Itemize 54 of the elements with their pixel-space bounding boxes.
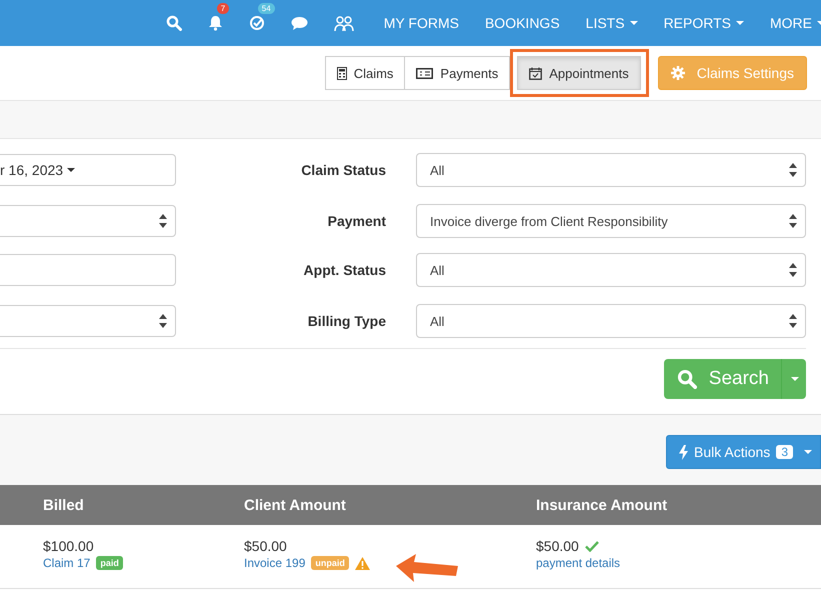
payment-details-link[interactable]: payment details	[536, 556, 620, 570]
input-field[interactable]	[0, 254, 176, 286]
table-cell-text: $50.00	[244, 538, 288, 554]
nav-menu-item[interactable]: MORE	[770, 15, 821, 31]
chat-icon[interactable]	[290, 16, 308, 30]
select-field[interactable]	[0, 305, 176, 337]
calendar-check-icon	[529, 66, 542, 80]
status-label: unpaid	[311, 556, 349, 570]
check-circle-icon[interactable]	[248, 15, 265, 31]
date-field[interactable]: r 16, 2023	[0, 154, 176, 186]
claim-link[interactable]: Claim 17	[43, 556, 90, 570]
status-label: paid	[96, 556, 123, 570]
search-button[interactable]: Search	[664, 359, 806, 399]
money-bill-icon	[416, 68, 434, 78]
filter-label: Billing Type	[306, 313, 386, 329]
people-icon[interactable]	[334, 14, 354, 32]
view-tab[interactable]: Appointments	[517, 56, 641, 90]
filter-label: Appt. Status	[302, 262, 386, 278]
sort-arrows-icon	[789, 263, 797, 277]
lightning-icon	[679, 444, 688, 460]
bell-icon[interactable]	[208, 15, 223, 31]
bulk-actions-button[interactable]: Bulk Actions 3	[666, 435, 821, 469]
sort-arrows-icon	[159, 314, 167, 328]
count-badge: 3	[776, 445, 793, 459]
sort-arrows-icon	[789, 214, 797, 228]
notification-badge: 54	[258, 3, 275, 14]
column-header: Client Amount	[244, 496, 346, 514]
invoice-link[interactable]: Invoice 199	[244, 556, 306, 570]
notification-badge: 7	[216, 3, 230, 14]
sort-arrows-icon	[789, 163, 797, 177]
view-tab[interactable]: Payments	[404, 56, 510, 90]
nav-menu-item[interactable]: REPORTS	[664, 15, 744, 31]
select-field[interactable]: All	[416, 253, 806, 287]
select-field[interactable]	[0, 205, 176, 237]
nav-menu-item[interactable]: LISTS	[586, 15, 638, 31]
column-header: Billed	[43, 496, 84, 514]
select-field[interactable]: All	[416, 153, 806, 187]
filter-label: Payment	[326, 213, 386, 229]
view-tab[interactable]: Claims	[324, 56, 406, 90]
select-field[interactable]: All	[416, 304, 806, 338]
sort-arrows-icon	[159, 214, 167, 228]
gear-icon	[670, 66, 685, 80]
select-field[interactable]: Invoice diverge from Client Responsibility	[416, 204, 806, 238]
nav-menu-item[interactable]: MY FORMS	[384, 15, 459, 31]
table-cell: $50.00	[536, 538, 579, 554]
table-cell-text: $100.00	[43, 538, 95, 554]
search-icon[interactable]	[166, 15, 182, 31]
calculator-icon	[336, 66, 347, 80]
nav-menu-item[interactable]: BOOKINGS	[484, 15, 560, 31]
filter-label: Claim Status	[300, 162, 386, 178]
column-header: Insurance Amount	[536, 496, 668, 514]
sort-arrows-icon	[789, 314, 797, 328]
search-icon	[676, 369, 697, 389]
caret-icon	[791, 377, 799, 381]
